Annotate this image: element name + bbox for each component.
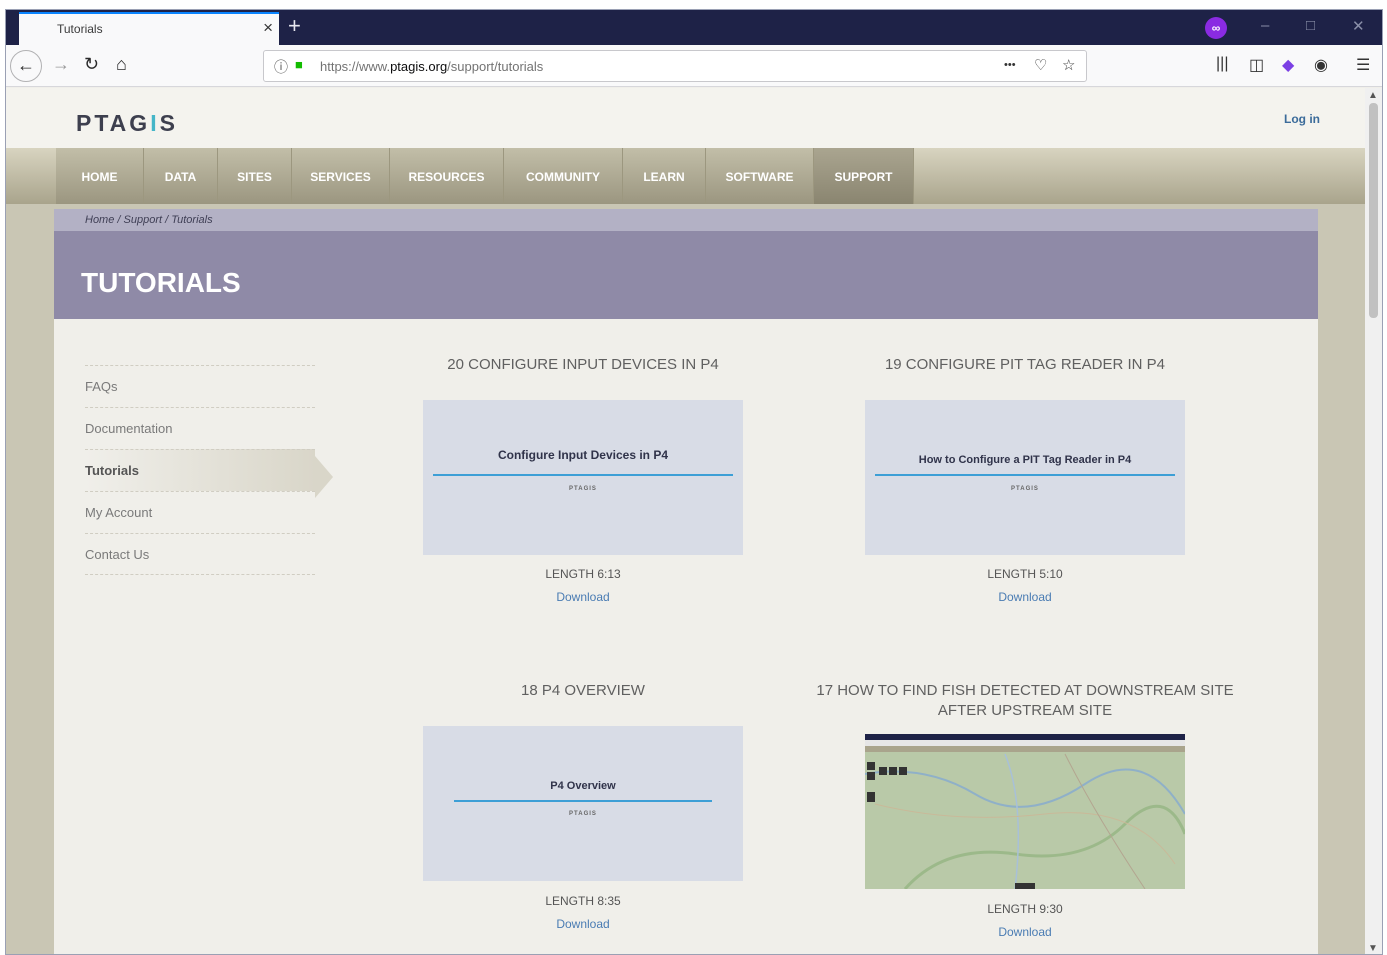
- map-screenshot-icon: [865, 734, 1185, 889]
- nav-software[interactable]: SOFTWARE: [706, 148, 814, 204]
- video-thumbnail[interactable]: P4 Overview PTAGIS: [423, 726, 743, 881]
- breadcrumb-text[interactable]: Home / Support / Tutorials: [85, 214, 213, 226]
- video-length: LENGTH 9:30: [987, 902, 1063, 916]
- reload-icon[interactable]: ↻: [84, 54, 99, 75]
- logo-text-end: S: [159, 110, 178, 136]
- thumbnail-divider: [875, 474, 1175, 476]
- tab-tutorials[interactable]: Tutorials ×: [19, 12, 279, 45]
- active-item-arrow: [315, 456, 333, 498]
- pocket-icon[interactable]: ♡: [1034, 56, 1047, 74]
- address-bar[interactable]: ⓘ ■ https://www.ptagis.org/support/tutor…: [263, 50, 1087, 82]
- main-content: FAQs Documentation Tutorials My Account …: [54, 319, 1318, 954]
- sidebar-item-my-account[interactable]: My Account: [85, 491, 315, 533]
- private-mode-icon[interactable]: ∞: [1205, 17, 1227, 39]
- lock-icon[interactable]: ■: [295, 57, 303, 72]
- thumbnail-title: P4 Overview: [550, 780, 616, 792]
- scroll-up-icon[interactable]: ▲: [1368, 90, 1378, 101]
- video-length: LENGTH 5:10: [987, 567, 1063, 581]
- sidebar-item-contact-us[interactable]: Contact Us: [85, 533, 315, 575]
- page-title: TUTORIALS: [81, 267, 241, 298]
- sidebar-item-documentation[interactable]: Documentation: [85, 407, 315, 449]
- page-actions-icon[interactable]: •••: [1004, 59, 1016, 71]
- thumbnail-title: Configure Input Devices in P4: [497, 448, 669, 462]
- sidebar-item-faqs[interactable]: FAQs: [85, 365, 315, 407]
- thumbnail-logo: PTAGIS: [1011, 486, 1039, 492]
- logo-text-accent: I: [150, 110, 160, 136]
- minimize-icon[interactable]: –: [1261, 17, 1269, 34]
- tab-bar: Tutorials × + ∞ – □ ✕: [6, 10, 1382, 45]
- nav-community[interactable]: COMMUNITY: [504, 148, 623, 204]
- account-icon[interactable]: ◉: [1314, 55, 1328, 75]
- url-domain: ptagis.org: [390, 59, 448, 74]
- ptagis-logo[interactable]: PTAGIS: [76, 110, 178, 137]
- logo-text-start: PTAG: [76, 110, 151, 136]
- info-icon[interactable]: ⓘ: [274, 57, 288, 77]
- video-thumbnail-map[interactable]: [865, 734, 1185, 889]
- nav-data[interactable]: DATA: [144, 148, 218, 204]
- new-tab-icon[interactable]: +: [288, 13, 301, 39]
- download-link[interactable]: Download: [865, 590, 1185, 604]
- download-link[interactable]: Download: [423, 590, 743, 604]
- video-thumbnail[interactable]: Configure Input Devices in P4 PTAGIS: [423, 400, 743, 555]
- url-path: /support/tutorials: [447, 59, 544, 74]
- main-nav: HOME DATA SITES SERVICES RESOURCES COMMU…: [6, 148, 1367, 204]
- extension-icon[interactable]: ◆: [1282, 55, 1294, 75]
- nav-sites[interactable]: SITES: [218, 148, 292, 204]
- navigation-toolbar: ← → ↻ ⌂ ⓘ ■ https://www.ptagis.org/suppo…: [6, 45, 1382, 87]
- window-close-icon[interactable]: ✕: [1352, 17, 1365, 35]
- bookmark-star-icon[interactable]: ☆: [1062, 56, 1075, 74]
- library-icon[interactable]: |||: [1216, 55, 1228, 73]
- video-length: LENGTH 8:35: [545, 894, 621, 908]
- scroll-down-icon[interactable]: ▼: [1368, 943, 1378, 954]
- url-text[interactable]: https://www.ptagis.org/support/tutorials: [320, 59, 543, 74]
- maximize-icon[interactable]: □: [1306, 17, 1315, 34]
- sidebar-item-tutorials[interactable]: Tutorials: [85, 449, 315, 491]
- breadcrumb: Home / Support / Tutorials: [54, 209, 1318, 231]
- tab-title: Tutorials: [57, 22, 103, 36]
- url-prefix: https://www.: [320, 59, 391, 74]
- video-title: 20 CONFIGURE INPUT DEVICES IN P4: [447, 356, 719, 373]
- vertical-scrollbar[interactable]: ▲ ▼: [1365, 88, 1382, 954]
- web-page: PTAGIS Log in HOME DATA SITES SERVICES R…: [6, 88, 1367, 954]
- forward-arrow-icon[interactable]: →: [52, 54, 70, 75]
- menu-icon[interactable]: ☰: [1356, 55, 1370, 75]
- thumbnail-divider: [433, 474, 733, 476]
- nav-home[interactable]: HOME: [56, 148, 144, 204]
- thumbnail-title: How to Configure a PIT Tag Reader in P4: [918, 454, 1132, 466]
- scrollbar-thumb[interactable]: [1369, 103, 1378, 318]
- login-link[interactable]: Log in: [1284, 112, 1320, 126]
- thumbnail-logo: PTAGIS: [569, 811, 597, 817]
- site-header: PTAGIS Log in: [6, 88, 1367, 148]
- video-length: LENGTH 6:13: [545, 567, 621, 581]
- nav-resources[interactable]: RESOURCES: [390, 148, 504, 204]
- video-title: 18 P4 OVERVIEW: [521, 682, 645, 699]
- home-icon[interactable]: ⌂: [116, 54, 127, 75]
- close-tab-icon[interactable]: ×: [263, 18, 273, 38]
- download-link[interactable]: Download: [423, 917, 743, 931]
- back-arrow-icon[interactable]: ←: [10, 50, 42, 82]
- video-thumbnail[interactable]: How to Configure a PIT Tag Reader in P4 …: [865, 400, 1185, 555]
- browser-window: Tutorials × + ∞ – □ ✕ ← → ↻ ⌂ ⓘ ■ https:…: [5, 9, 1383, 955]
- video-title: 19 CONFIGURE PIT TAG READER IN P4: [884, 356, 1166, 373]
- nav-services[interactable]: SERVICES: [292, 148, 390, 204]
- page-hero: TUTORIALS: [54, 231, 1318, 319]
- nav-learn[interactable]: LEARN: [623, 148, 706, 204]
- nav-support[interactable]: SUPPORT: [814, 148, 914, 204]
- thumbnail-logo: PTAGIS: [569, 486, 597, 492]
- sidebar-icon[interactable]: ◫: [1249, 55, 1264, 75]
- video-title: 17 HOW TO FIND FISH DETECTED AT DOWNSTRE…: [816, 682, 1234, 719]
- thumbnail-divider: [454, 800, 712, 802]
- download-link[interactable]: Download: [865, 925, 1185, 939]
